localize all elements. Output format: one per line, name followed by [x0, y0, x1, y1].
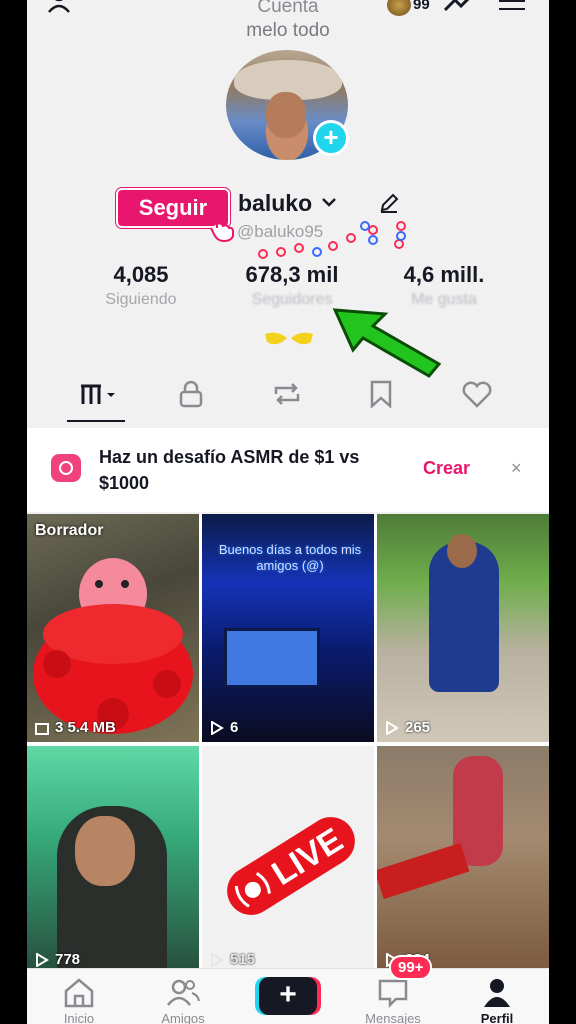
- add-story-icon[interactable]: +: [313, 120, 349, 156]
- create-button[interactable]: Crear: [423, 458, 470, 479]
- play-icon: [36, 952, 49, 967]
- video-grid: Borrador 3 5.4 MB Buenos días a todos mi…: [27, 514, 549, 974]
- share-icon[interactable]: [443, 0, 475, 14]
- home-icon: [64, 978, 94, 1008]
- bottom-nav: Inicio Amigos + Mensajes 99+ Perfil: [27, 955, 549, 1024]
- draft-label: Borrador: [35, 522, 104, 539]
- chevron-down-icon[interactable]: [320, 193, 338, 211]
- challenge-banner[interactable]: Haz un desafío ASMR de $1 vs $1000 Crear…: [27, 428, 549, 512]
- friends-icon: [167, 979, 200, 1006]
- edit-icon[interactable]: [378, 192, 400, 214]
- video-thumbnail-4[interactable]: 778: [27, 746, 199, 974]
- banner-text: Haz un desafío ASMR de $1 vs $1000: [99, 447, 360, 493]
- grid-icon: [81, 384, 115, 404]
- monitor-image: [224, 628, 320, 688]
- nav-friends[interactable]: Amigos: [143, 977, 223, 1024]
- wheelbarrow-image: [377, 842, 470, 900]
- draft-icon: [35, 722, 49, 735]
- tab-reposts[interactable]: [267, 378, 307, 410]
- video-thumbnail-3[interactable]: 265: [377, 514, 549, 742]
- bookmark-icon: [370, 380, 392, 408]
- username[interactable]: baluko: [238, 190, 312, 217]
- following-stat[interactable]: 4,085 Siguiendo: [83, 262, 199, 309]
- tab-liked[interactable]: [457, 378, 497, 410]
- view-count: 515: [210, 951, 255, 968]
- draft-size: 3 5.4 MB: [35, 719, 116, 736]
- hearts-sticker: [33, 558, 193, 734]
- profile-icon: [484, 979, 510, 1007]
- view-count: 265: [385, 719, 430, 736]
- close-icon[interactable]: ×: [511, 458, 522, 479]
- green-arrow-icon: [332, 308, 442, 378]
- lock-icon: [179, 380, 203, 408]
- repost-icon: [274, 383, 300, 405]
- live-icon: LIVE: [227, 817, 355, 915]
- profile-screen: Cuenta melo todo 99 + Seguir baluko @bal…: [27, 0, 549, 1024]
- top-bar: Cuenta melo todo 99: [27, 0, 549, 48]
- emoji-decoration: [258, 221, 406, 259]
- wings-emoji-icon: [265, 332, 313, 345]
- video-thumbnail-2[interactable]: Buenos días a todos mis amigos (@) 6: [202, 514, 374, 742]
- play-icon: [211, 720, 224, 735]
- heart-icon: [462, 381, 492, 408]
- video-thumbnail-live[interactable]: LIVE 515: [202, 746, 374, 974]
- tab-videos[interactable]: [77, 378, 117, 410]
- tab-private[interactable]: [171, 378, 211, 410]
- nav-inbox[interactable]: Mensajes: [353, 977, 433, 1024]
- active-tab-indicator: [67, 420, 125, 422]
- view-count: 6: [210, 719, 238, 736]
- create-button[interactable]: +: [259, 977, 317, 1015]
- inbox-badge: 99+: [389, 955, 433, 980]
- pointer-hand-icon: [210, 214, 234, 242]
- coin-count: 99: [413, 0, 430, 13]
- camera-icon: [51, 454, 81, 482]
- nav-profile[interactable]: Perfil: [457, 977, 537, 1024]
- video-thumbnail-6[interactable]: 384: [377, 746, 549, 974]
- play-icon: [386, 720, 399, 735]
- page-subtitle: melo todo: [246, 20, 330, 41]
- video-caption: Buenos días a todos mis amigos (@): [218, 542, 362, 573]
- inbox-icon: [378, 979, 408, 1009]
- menu-icon[interactable]: [499, 0, 525, 14]
- profile-tabs: [27, 372, 549, 422]
- nav-home[interactable]: Inicio: [39, 977, 119, 1024]
- view-count: 778: [35, 951, 80, 968]
- video-thumbnail-draft[interactable]: Borrador 3 5.4 MB: [27, 514, 199, 742]
- tab-saved[interactable]: [361, 378, 401, 410]
- play-icon: [211, 952, 224, 967]
